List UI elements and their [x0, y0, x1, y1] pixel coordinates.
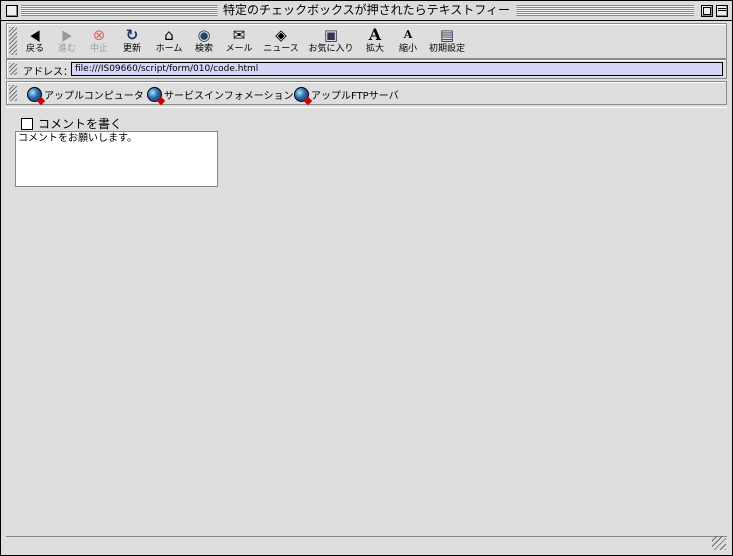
- news-button[interactable]: ◈ ニュース: [262, 26, 300, 54]
- button-toolbar: ◀ 戻る ▶ 進む ⊗ 中止 ↻ 更新 ⌂ ホーム ◉ 検索 ✉ メール ◈ ニ: [6, 23, 727, 59]
- page-content: コメントを書く コメントをお願いします。: [6, 107, 727, 535]
- globe-icon: [27, 86, 42, 102]
- toolbar-grip[interactable]: [9, 85, 17, 101]
- comment-checkbox-row[interactable]: コメントを書く: [21, 115, 122, 132]
- browser-window: 特定のチェックボックスが押されたらテキストフィー ◀ 戻る ▶ 進む ⊗ 中止 …: [0, 0, 733, 556]
- collapse-box[interactable]: [716, 5, 728, 17]
- comment-checkbox[interactable]: [21, 117, 33, 130]
- home-button[interactable]: ⌂ ホーム: [153, 26, 185, 54]
- back-button[interactable]: ◀ 戻る: [23, 26, 47, 54]
- text-smaller-icon: A: [403, 28, 413, 41]
- resize-grip-icon[interactable]: [712, 536, 726, 550]
- toolbar-grip[interactable]: [9, 27, 17, 55]
- favorites-bar: アップルコンピュータ サービスインフォメーション アップルFTPサーバ: [6, 81, 727, 105]
- stop-icon: ⊗: [92, 26, 106, 44]
- comment-checkbox-label: コメントを書く: [38, 117, 123, 131]
- back-arrow-icon: ◀: [30, 26, 40, 44]
- address-bar: アドレス：: [6, 59, 727, 79]
- status-bar: [6, 536, 727, 551]
- favorites-icon: ▣: [323, 26, 339, 44]
- text-smaller-button[interactable]: A 縮小: [396, 26, 420, 54]
- address-label: アドレス：: [23, 67, 73, 78]
- preferences-button[interactable]: ▤ 初期設定: [427, 26, 467, 54]
- address-input[interactable]: [71, 62, 723, 76]
- title-bar[interactable]: 特定のチェックボックスが押されたらテキストフィー: [1, 1, 732, 21]
- mail-button[interactable]: ✉ メール: [223, 26, 255, 54]
- favorite-service-information[interactable]: サービスインフォメーション: [147, 85, 294, 103]
- search-button[interactable]: ◉ 検索: [192, 26, 216, 54]
- text-larger-icon: A: [368, 25, 382, 44]
- close-box[interactable]: [6, 5, 18, 17]
- forward-arrow-icon: ▶: [62, 26, 72, 44]
- toolbar-grip[interactable]: [9, 63, 17, 75]
- window-title: 特定のチェックボックスが押されたらテキストフィー: [216, 3, 517, 18]
- refresh-button[interactable]: ↻ 更新: [120, 26, 144, 54]
- mail-icon: ✉: [232, 26, 246, 44]
- comment-textarea[interactable]: コメントをお願いします。: [15, 131, 218, 187]
- zoom-box[interactable]: [701, 5, 713, 17]
- favorites-button[interactable]: ▣ お気に入り: [307, 26, 355, 54]
- globe-icon: [147, 86, 162, 102]
- home-icon: ⌂: [164, 26, 174, 44]
- news-icon: ◈: [275, 26, 287, 44]
- stop-button[interactable]: ⊗ 中止: [87, 26, 111, 54]
- search-icon: ◉: [197, 26, 211, 44]
- globe-icon: [294, 86, 309, 102]
- forward-button[interactable]: ▶ 進む: [55, 26, 79, 54]
- refresh-icon: ↻: [125, 26, 139, 44]
- preferences-icon: ▤: [439, 26, 455, 44]
- favorite-apple-computer[interactable]: アップルコンピュータ: [27, 85, 144, 103]
- favorite-apple-ftp-server[interactable]: アップルFTPサーバ: [294, 85, 399, 103]
- text-larger-button[interactable]: A 拡大: [363, 25, 387, 55]
